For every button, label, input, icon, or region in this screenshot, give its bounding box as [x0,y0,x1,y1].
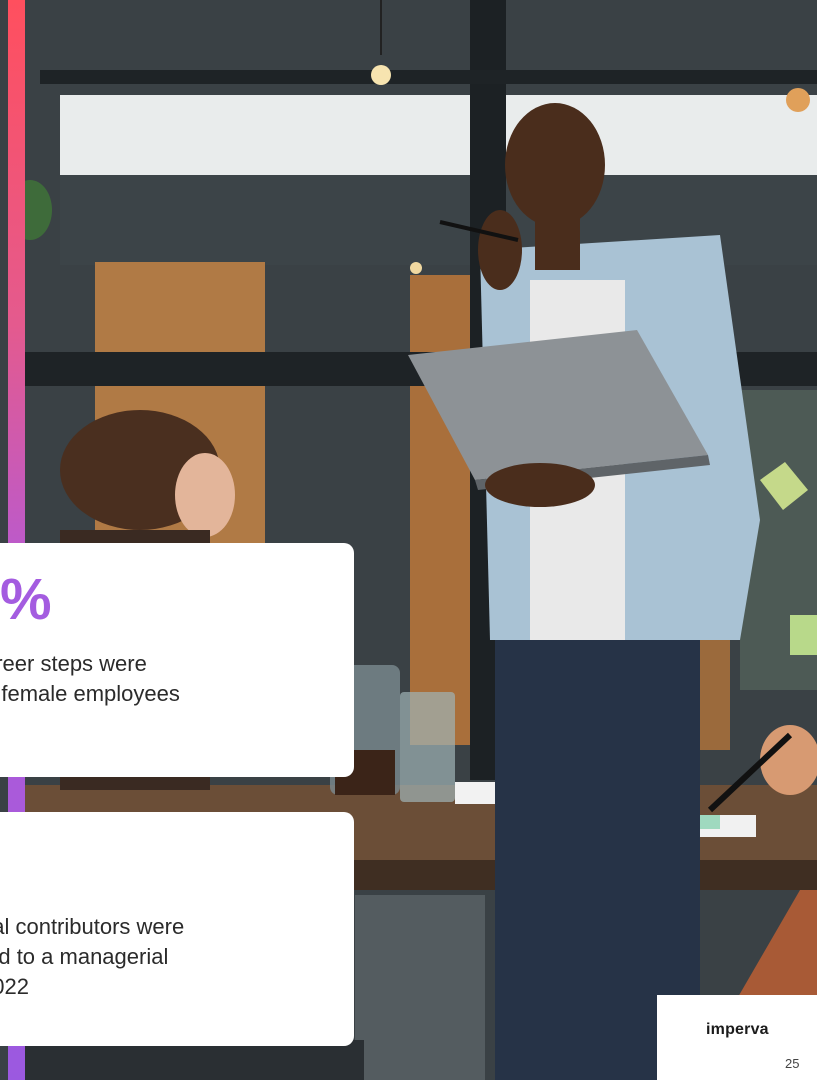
stat-card-managerial-promotions: ual contributors were ted to a manageria… [0,812,354,1046]
stat-description-line: career steps were [0,651,147,676]
stat-description-line: by female employees [0,681,180,706]
stat-description-line: 2 [0,709,180,739]
stat-description-line: ual contributors were [0,914,185,939]
stat-card-female-career-steps: % career steps were by female employees … [0,543,354,777]
stat-value: % [0,567,52,632]
stat-description: ual contributors were ted to a manageria… [0,912,184,1002]
stat-description-line: ted to a managerial [0,944,169,969]
page-number: 25 [785,1056,800,1071]
imperva-logo: imperva [706,1021,769,1038]
stat-description: career steps were by female employees 2 [0,649,180,739]
brand-footer: imperva 25 [657,995,817,1080]
stat-description-line: 2022 [0,974,29,999]
